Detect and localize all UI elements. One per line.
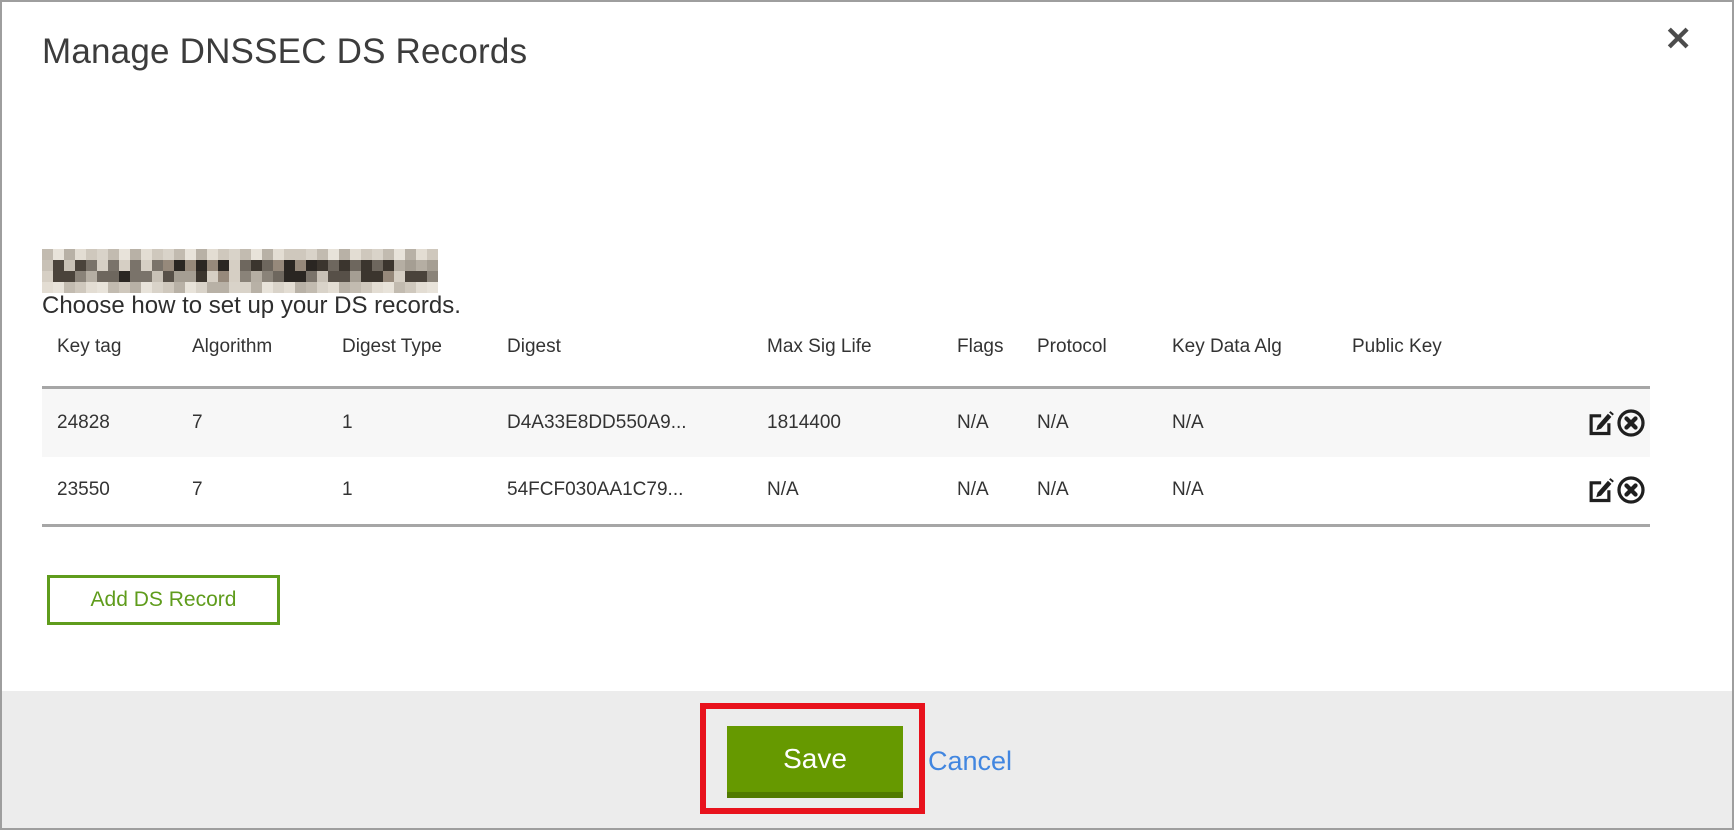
cell-actions [1562,388,1650,457]
edit-icon [1586,492,1614,507]
setup-instructions-text: Choose how to set up your DS records. [42,292,461,320]
table-header-row: Key tag Algorithm Digest Type Digest Max… [42,336,1650,388]
cell-digest-type: 1 [327,388,492,457]
cell-public-key [1337,457,1562,526]
cell-algorithm: 7 [177,457,327,526]
cell-actions [1562,457,1650,526]
cell-key-data-alg: N/A [1157,388,1337,457]
add-ds-record-button[interactable]: Add DS Record [47,575,280,625]
cell-key-data-alg: N/A [1157,457,1337,526]
cell-public-key [1337,388,1562,457]
delete-record-button[interactable] [1616,475,1646,505]
manage-dnssec-dialog: Manage DNSSEC DS Records ✕ Choose how to… [0,0,1734,830]
ds-records-table: Key tag Algorithm Digest Type Digest Max… [42,336,1650,527]
cell-digest: 54FCF030AA1C79... [492,457,752,526]
cell-key-tag: 23550 [42,457,177,526]
cell-protocol: N/A [1022,457,1157,526]
col-header-digest-type: Digest Type [327,336,492,388]
cell-protocol: N/A [1022,388,1157,457]
col-header-protocol: Protocol [1022,336,1157,388]
delete-record-button[interactable] [1616,408,1646,438]
table-row: 24828 7 1 D4A33E8DD550A9... 1814400 N/A … [42,388,1650,457]
cell-digest-type: 1 [327,457,492,526]
delete-icon [1616,426,1646,441]
redacted-domain-name [42,249,438,293]
cell-max-sig-life: N/A [752,457,942,526]
col-header-flags: Flags [942,336,1022,388]
edit-record-button[interactable] [1586,409,1614,437]
col-header-key-tag: Key tag [42,336,177,388]
col-header-key-data-alg: Key Data Alg [1157,336,1337,388]
col-header-algorithm: Algorithm [177,336,327,388]
cell-digest: D4A33E8DD550A9... [492,388,752,457]
cell-algorithm: 7 [177,388,327,457]
edit-icon [1586,425,1614,440]
cell-flags: N/A [942,457,1022,526]
cell-flags: N/A [942,388,1022,457]
page-title: Manage DNSSEC DS Records [42,32,527,72]
close-icon[interactable]: ✕ [1664,22,1692,55]
table-row: 23550 7 1 54FCF030AA1C79... N/A N/A N/A … [42,457,1650,526]
cell-key-tag: 24828 [42,388,177,457]
col-header-actions [1562,336,1650,388]
delete-icon [1616,493,1646,508]
col-header-max-sig-life: Max Sig Life [752,336,942,388]
cell-max-sig-life: 1814400 [752,388,942,457]
save-button[interactable]: Save [727,726,903,798]
cancel-link[interactable]: Cancel [928,746,1012,777]
col-header-public-key: Public Key [1337,336,1562,388]
edit-record-button[interactable] [1586,476,1614,504]
col-header-digest: Digest [492,336,752,388]
